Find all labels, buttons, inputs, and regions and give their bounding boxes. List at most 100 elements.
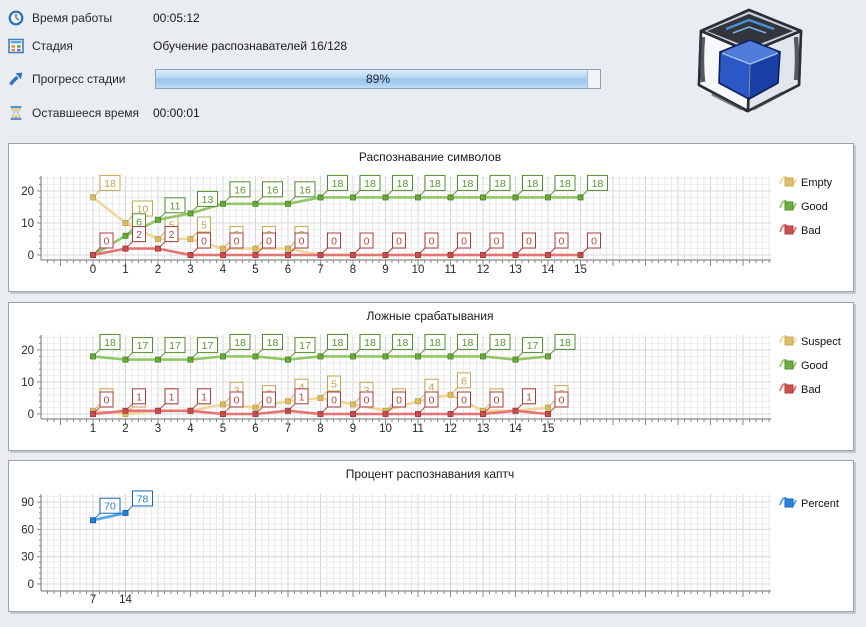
legend-marker <box>785 361 793 369</box>
x-tick-label: 7 <box>317 264 323 276</box>
x-tick-label: 6 <box>285 264 291 276</box>
x-tick-label: 15 <box>542 423 555 435</box>
x-tick-label: 14 <box>119 594 132 606</box>
legend-marker <box>785 178 793 186</box>
uptime-row: Время работы 00:05:12 <box>8 9 200 27</box>
x-tick-label: 12 <box>444 423 457 435</box>
y-tick-label: 10 <box>21 218 34 230</box>
y-tick-label: 20 <box>21 186 34 198</box>
value-label: 0 <box>559 395 565 407</box>
chart-title: Распознавание символов <box>359 150 501 164</box>
false-positives-chart-panel: Ложные срабатывания010201234567891011121… <box>8 302 854 451</box>
value-label: 0 <box>299 236 305 248</box>
app-logo <box>686 6 814 123</box>
x-tick-label: 14 <box>509 423 522 435</box>
captcha-percent-chart-panel: Процент распознавания каптч0306090714707… <box>8 460 854 612</box>
value-label: 2 <box>169 229 175 241</box>
legend-label: Bad <box>801 384 821 396</box>
progress-arrow-icon <box>8 71 24 87</box>
x-tick-label: 2 <box>122 423 128 435</box>
stage-icon <box>8 38 24 54</box>
remaining-time-row: Оставшееся время 00:00:01 <box>8 104 200 122</box>
value-label: 18 <box>397 337 409 349</box>
value-label: 0 <box>104 236 110 248</box>
value-label: 70 <box>104 501 116 513</box>
y-tick-label: 90 <box>21 497 34 509</box>
y-tick-label: 20 <box>21 345 34 357</box>
value-label: 0 <box>396 395 402 407</box>
value-label: 0 <box>396 236 402 248</box>
y-tick-label: 0 <box>28 250 34 262</box>
x-tick-label: 13 <box>477 423 490 435</box>
value-label: 18 <box>559 337 571 349</box>
x-tick-label: 9 <box>382 264 388 276</box>
series-line-percent <box>93 513 126 520</box>
value-label: 0 <box>266 236 272 248</box>
value-label: 18 <box>234 337 246 349</box>
value-label: 5 <box>201 220 207 232</box>
stage-progress-row: Прогресс стадии <box>8 70 153 88</box>
legend-marker <box>785 226 793 234</box>
value-label: 17 <box>137 340 149 352</box>
stage-progress-percent: 89% <box>156 72 600 86</box>
x-tick-label: 1 <box>122 264 128 276</box>
value-label: 13 <box>202 194 214 206</box>
value-label: 18 <box>429 178 441 190</box>
value-label: 0 <box>104 395 110 407</box>
value-label: 0 <box>331 236 337 248</box>
value-label: 17 <box>299 340 311 352</box>
chart-title: Процент распознавания каптч <box>346 467 515 481</box>
legend-marker <box>785 499 793 507</box>
value-label: 18 <box>494 178 506 190</box>
x-tick-label: 3 <box>187 264 193 276</box>
y-tick-label: 0 <box>28 409 34 421</box>
legend-label: Empty <box>801 177 833 189</box>
value-label: 17 <box>169 340 181 352</box>
value-label: 0 <box>429 395 435 407</box>
value-label: 18 <box>104 178 116 190</box>
legend-label: Good <box>801 201 828 213</box>
value-label: 1 <box>201 391 207 403</box>
x-tick-label: 5 <box>252 264 258 276</box>
value-label: 0 <box>559 236 565 248</box>
y-tick-label: 60 <box>21 524 34 536</box>
x-tick-label: 12 <box>477 264 490 276</box>
stage-progress-label: Прогресс стадии <box>32 72 153 86</box>
legend-label: Percent <box>801 498 839 510</box>
clock-icon <box>8 10 24 26</box>
x-tick-label: 0 <box>90 264 96 276</box>
y-tick-label: 10 <box>21 377 34 389</box>
legend-marker <box>785 337 793 345</box>
value-label: 17 <box>527 340 539 352</box>
value-label: 0 <box>461 395 467 407</box>
value-label: 18 <box>527 178 539 190</box>
remaining-time-value: 00:00:01 <box>153 106 200 120</box>
value-label: 18 <box>332 337 344 349</box>
value-label: 0 <box>234 236 240 248</box>
value-label: 18 <box>364 178 376 190</box>
x-tick-label: 11 <box>445 264 457 276</box>
value-label: 1 <box>526 391 532 403</box>
captcha-percent-chart: Процент распознавания каптч0306090714707… <box>9 461 851 609</box>
x-tick-label: 11 <box>412 423 424 435</box>
x-tick-label: 10 <box>379 423 392 435</box>
value-label: 0 <box>494 236 500 248</box>
value-label: 0 <box>429 236 435 248</box>
x-tick-label: 13 <box>509 264 522 276</box>
value-label: 0 <box>526 236 532 248</box>
hourglass-icon <box>8 105 24 121</box>
stage-row: Стадия Обучение распознавателей 16/128 <box>8 37 347 55</box>
stage-value: Обучение распознавателей 16/128 <box>153 39 347 53</box>
value-label: 18 <box>332 178 344 190</box>
stage-label: Стадия <box>32 39 153 53</box>
value-label: 18 <box>494 337 506 349</box>
uptime-label: Время работы <box>32 11 153 25</box>
symbol-recognition-chart: Распознавание символов010200123456789101… <box>9 144 851 289</box>
value-label: 18 <box>592 178 604 190</box>
value-label: 1 <box>169 391 175 403</box>
legend-marker <box>785 202 793 210</box>
x-tick-label: 14 <box>542 264 555 276</box>
value-label: 6 <box>461 375 467 387</box>
x-tick-label: 4 <box>187 423 194 435</box>
symbol-recognition-chart-panel: Распознавание символов010200123456789101… <box>8 143 854 292</box>
